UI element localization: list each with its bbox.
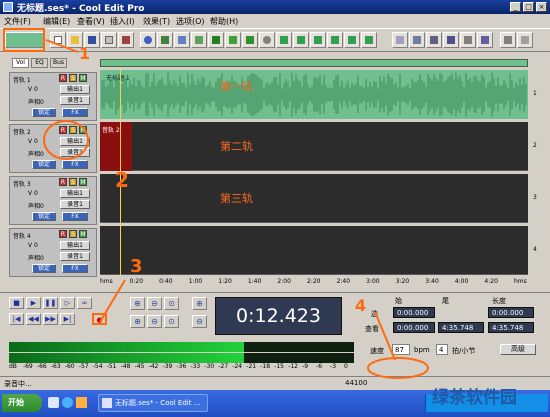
annotation-overlay — [3, 28, 429, 379]
site-watermark: 绿茶软件园 — [432, 388, 517, 408]
annotation-line-3 — [99, 279, 126, 323]
annotation-line-4 — [374, 311, 396, 361]
annotation-box-1 — [3, 28, 45, 52]
annotation-circle-4 — [367, 357, 429, 379]
annotation-line-1 — [45, 39, 79, 53]
annotation-circle-2 — [43, 120, 89, 160]
